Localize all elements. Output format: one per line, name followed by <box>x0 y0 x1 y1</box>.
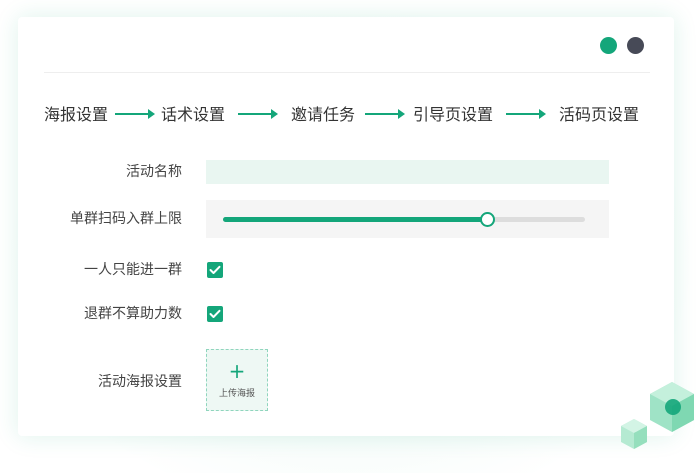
step-arrow-icon <box>365 109 405 119</box>
step-live-code-page-settings[interactable]: 活码页设置 <box>559 105 639 125</box>
activity-name-label: 活动名称 <box>126 164 182 180</box>
step-poster-settings[interactable]: 海报设置 <box>44 105 108 125</box>
step-arrow-icon <box>238 109 278 119</box>
group-limit-label: 单群扫码入群上限 <box>70 211 182 227</box>
activity-name-input[interactable] <box>206 160 609 184</box>
one-group-only-checkbox[interactable] <box>207 262 223 278</box>
one-group-only-label: 一人只能进一群 <box>84 262 182 278</box>
settings-card: 海报设置 话术设置 邀请任务 引导页设置 活码页设置 活动名称 单群扫码入群上限… <box>18 17 674 436</box>
decorative-cube-icon <box>650 382 694 432</box>
step-arrow-icon <box>115 109 155 119</box>
step-guide-page-settings[interactable]: 引导页设置 <box>413 105 493 125</box>
header-divider <box>44 72 650 73</box>
decorative-cube-small-icon <box>621 419 647 449</box>
group-limit-slider-track[interactable] <box>223 212 585 227</box>
plus-icon: + <box>228 359 246 383</box>
leave-not-counted-label: 退群不算助力数 <box>84 306 182 322</box>
checkmark-icon <box>209 309 221 318</box>
window-dot-dark[interactable] <box>627 37 644 54</box>
step-invite-task[interactable]: 邀请任务 <box>291 105 355 125</box>
group-limit-slider-box <box>206 200 609 238</box>
group-limit-slider-handle[interactable] <box>480 212 496 227</box>
poster-settings-label: 活动海报设置 <box>98 374 182 390</box>
leave-not-counted-checkbox[interactable] <box>207 306 223 322</box>
upload-poster-text: 上传海报 <box>218 389 255 399</box>
upload-poster-button[interactable]: + 上传海报 <box>206 349 268 411</box>
group-limit-slider-fill <box>223 217 488 222</box>
step-script-settings[interactable]: 话术设置 <box>161 105 225 125</box>
checkmark-icon <box>209 265 221 274</box>
window-dot-green[interactable] <box>600 37 617 54</box>
step-arrow-icon <box>506 109 546 119</box>
